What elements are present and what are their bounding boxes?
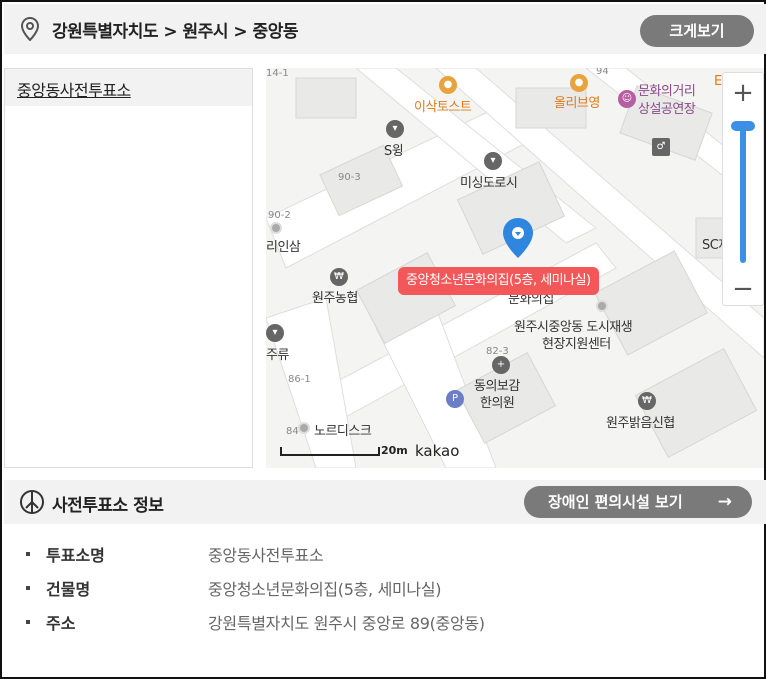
poi-label[interactable]: 노르디스크 [314,420,372,439]
poi-label[interactable]: 리인삼 [266,236,301,255]
poi-label[interactable]: 한의원 [480,392,515,411]
poi-label[interactable]: 올리브영 [554,92,600,111]
section-title: 사전투표소 정보 [52,496,164,516]
zoom-level-fill [740,123,746,263]
poi-label[interactable]: 현장지원센터 [542,333,611,352]
zoom-slider-handle[interactable] [731,121,755,131]
lot-number: 90-3 [338,172,361,183]
clinic-icon[interactable]: + [492,356,510,374]
info-label: 건물명 [46,580,91,599]
accessibility-facilities-button[interactable]: 장애인 편의시설 보기 → [524,486,752,518]
arrow-right-icon: → [717,492,732,512]
button-label: 장애인 편의시설 보기 [548,493,683,511]
info-row: 건물명 중앙청소년문화의집(5층, 세미나실) [26,576,726,610]
poi-label[interactable]: 주류 [266,344,289,363]
bank-icon[interactable]: ₩ [638,392,656,410]
scale-label: 20m [381,444,408,457]
poi-dot[interactable] [596,300,608,312]
info-label: 투표소명 [46,546,105,565]
shopping-icon[interactable]: ● [570,74,588,92]
info-row: 주소 강원특별자치도 원주시 중앙로 89(중앙동) [26,610,726,644]
location-pin-icon [20,16,40,45]
scale-bar [280,442,380,461]
location-header: 강원특별자치도 > 원주시 > 중앙동 크게보기 [4,4,766,54]
zoom-out-button[interactable]: − [723,269,763,309]
lot-number: 84 [286,426,299,437]
clothing-icon[interactable]: ▾ [484,152,502,170]
theater-icon[interactable]: ☺ [618,90,636,108]
zoom-in-button[interactable]: + [723,73,763,113]
info-row: 투표소명 중앙동사전투표소 [26,542,726,576]
poi-label[interactable]: 문화의거리 [638,80,696,99]
info-value: 중앙동사전투표소 [208,546,324,565]
map-view[interactable]: ● 이삭토스트 ● 올리브영 ☺ 문화의거리 상설공연장 E ♂ ▾ S윙 ▾ … [266,68,764,468]
info-label: 주소 [46,614,76,633]
info-value: 중앙청소년문화의집(5층, 세미나실) [208,580,442,599]
poi-label[interactable]: 원주농협 [312,287,358,306]
clothing-icon[interactable]: ▾ [386,120,404,138]
poi-label[interactable]: 상설공연장 [638,98,696,117]
bar-icon[interactable]: ▾ [266,324,284,342]
list-item[interactable]: 중앙동사전투표소 [5,69,252,106]
poi-label[interactable]: 미싱도로시 [460,172,518,191]
cafe-icon[interactable]: ● [439,76,457,94]
poi-dot[interactable] [298,422,310,434]
zoom-track[interactable] [740,123,746,263]
lot-number: 90-2 [268,210,291,221]
poi-dot[interactable] [270,222,282,234]
location-marker-icon[interactable] [500,216,536,264]
lot-number: 14-1 [266,68,289,79]
info-header: 사전투표소 정보 장애인 편의시설 보기 → [4,480,766,524]
bank-icon[interactable]: ₩ [330,268,348,286]
poi-label[interactable]: 원주밝음신협 [606,412,675,431]
restroom-icon[interactable]: ♂ [652,138,670,156]
bullet [26,586,30,590]
poi-label[interactable]: S윙 [384,140,404,159]
map-brand-logo: kakao [415,442,460,460]
polling-station-list: 중앙동사전투표소 [4,68,253,468]
poi-label[interactable]: E [714,74,722,89]
lot-number: 94 [596,68,609,77]
polling-station-panel: 강원특별자치도 > 원주시 > 중앙동 크게보기 중앙동사전투표소 ● 이삭토스… [0,0,766,679]
breadcrumb: 강원특별자치도 > 원주시 > 중앙동 [52,22,298,42]
bullet [26,552,30,556]
poi-label[interactable]: 이삭토스트 [414,96,472,115]
zoom-control: + − [722,72,764,306]
selected-place-callout[interactable]: 중앙청소년문화의집(5층, 세미나실) [398,267,599,295]
parking-icon[interactable]: P [446,390,464,408]
info-value: 강원특별자치도 원주시 중앙로 89(중앙동) [208,614,485,633]
lot-number: 82-3 [486,346,509,357]
lot-number: 86-1 [288,374,311,385]
enlarge-map-button[interactable]: 크게보기 [640,15,754,47]
info-list: 투표소명 중앙동사전투표소 건물명 중앙청소년문화의집(5층, 세미나실) 주소… [26,542,726,644]
bullet [26,620,30,624]
vote-icon [18,488,46,520]
